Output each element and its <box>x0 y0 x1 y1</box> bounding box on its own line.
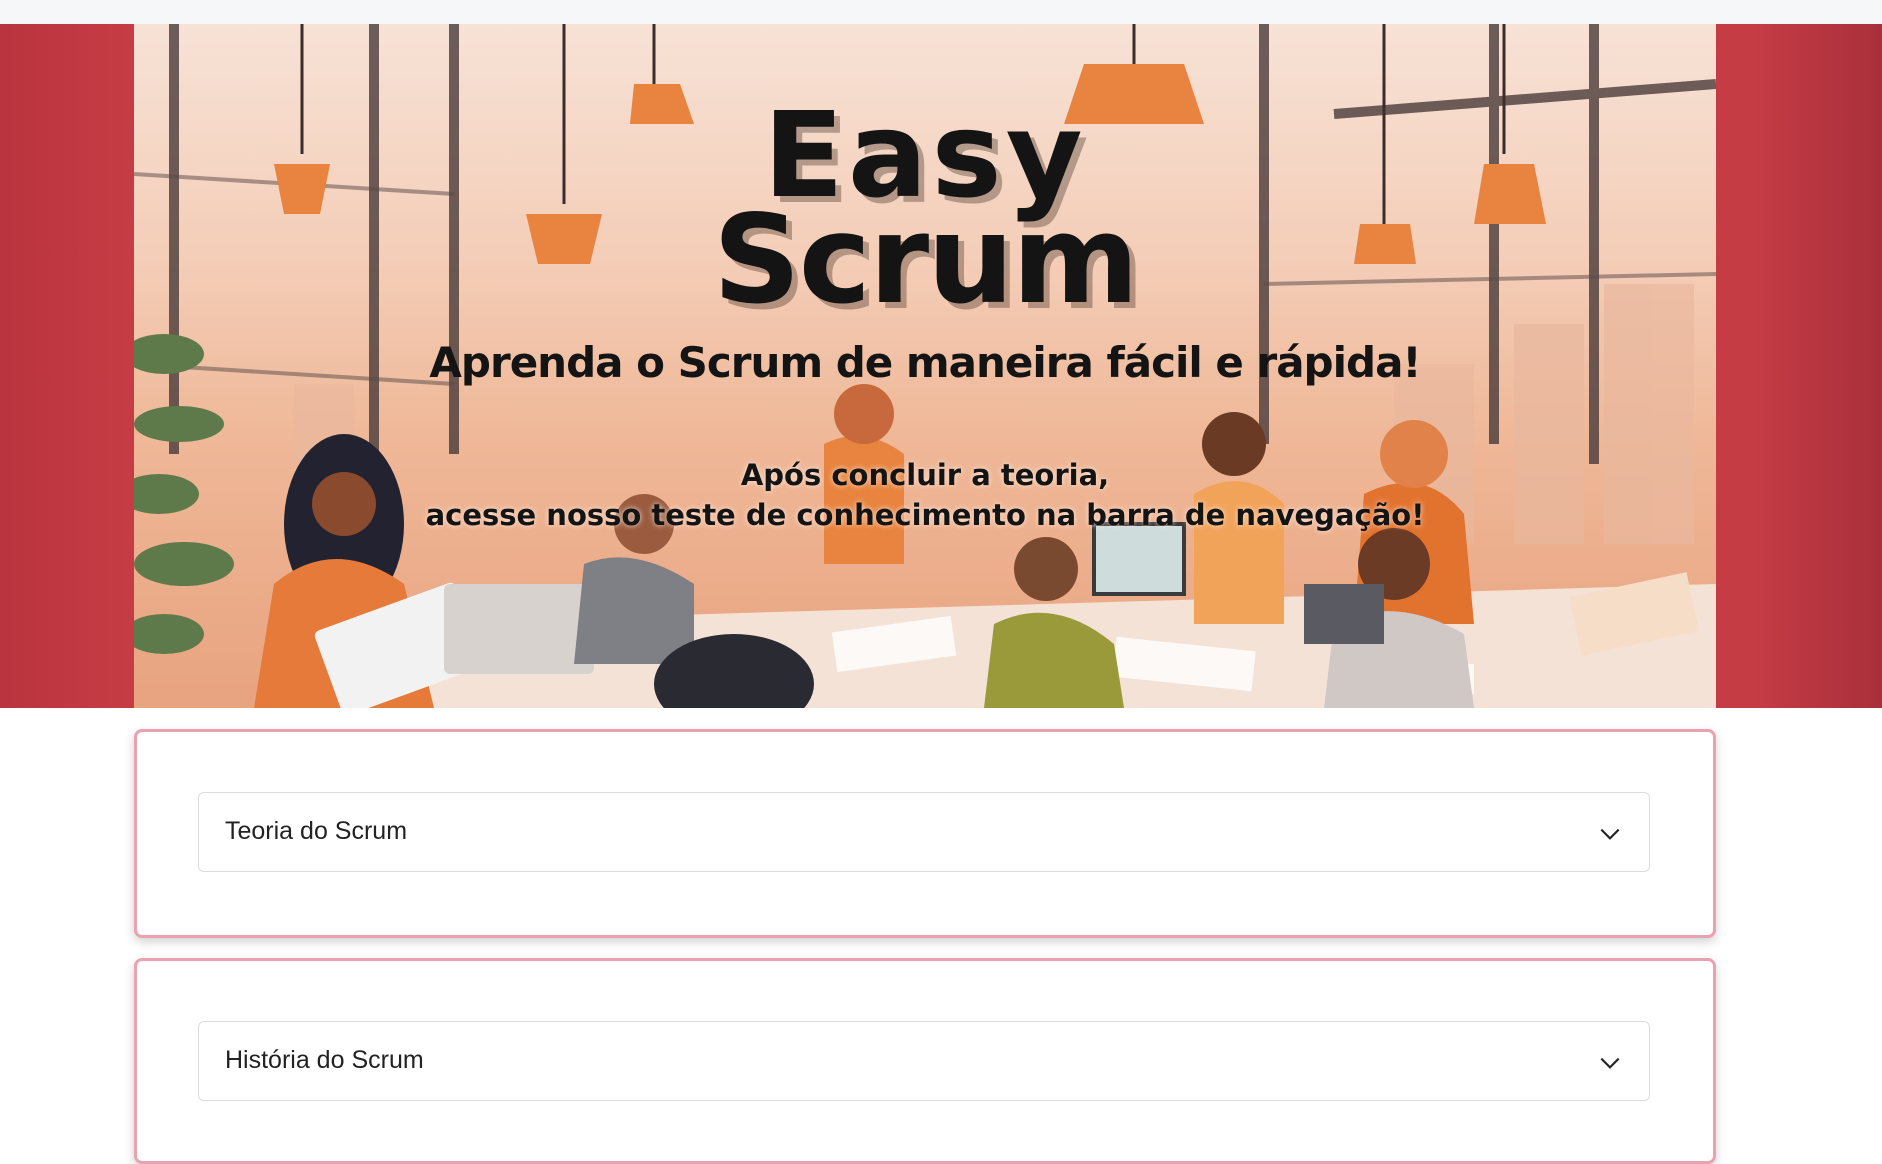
top-bar <box>0 0 1882 24</box>
hero-subtitle: Aprenda o Scrum de maneira fácil e rápid… <box>429 338 1421 387</box>
chevron-down-icon <box>1600 1057 1620 1069</box>
hero-title-line2: Scrum <box>712 189 1139 331</box>
accordion-label: História do Scrum <box>225 1046 424 1074</box>
hero-note-line1: Após concluir a teoria, <box>740 458 1110 492</box>
accordion-card-teoria: Teoria do Scrum <box>134 729 1716 938</box>
accordion-toggle-teoria[interactable]: Teoria do Scrum <box>198 792 1650 872</box>
accordion-toggle-historia[interactable]: História do Scrum <box>198 1021 1650 1101</box>
hero-note-line2: acesse nosso teste de conhecimento na ba… <box>425 498 1425 532</box>
chevron-down-icon <box>1600 828 1620 840</box>
accordion-card-historia: História do Scrum <box>134 958 1716 1164</box>
accordion-label: Teoria do Scrum <box>225 817 408 845</box>
hero-banner: Easy Scrum Aprenda o Scrum de maneira fá… <box>134 24 1716 708</box>
